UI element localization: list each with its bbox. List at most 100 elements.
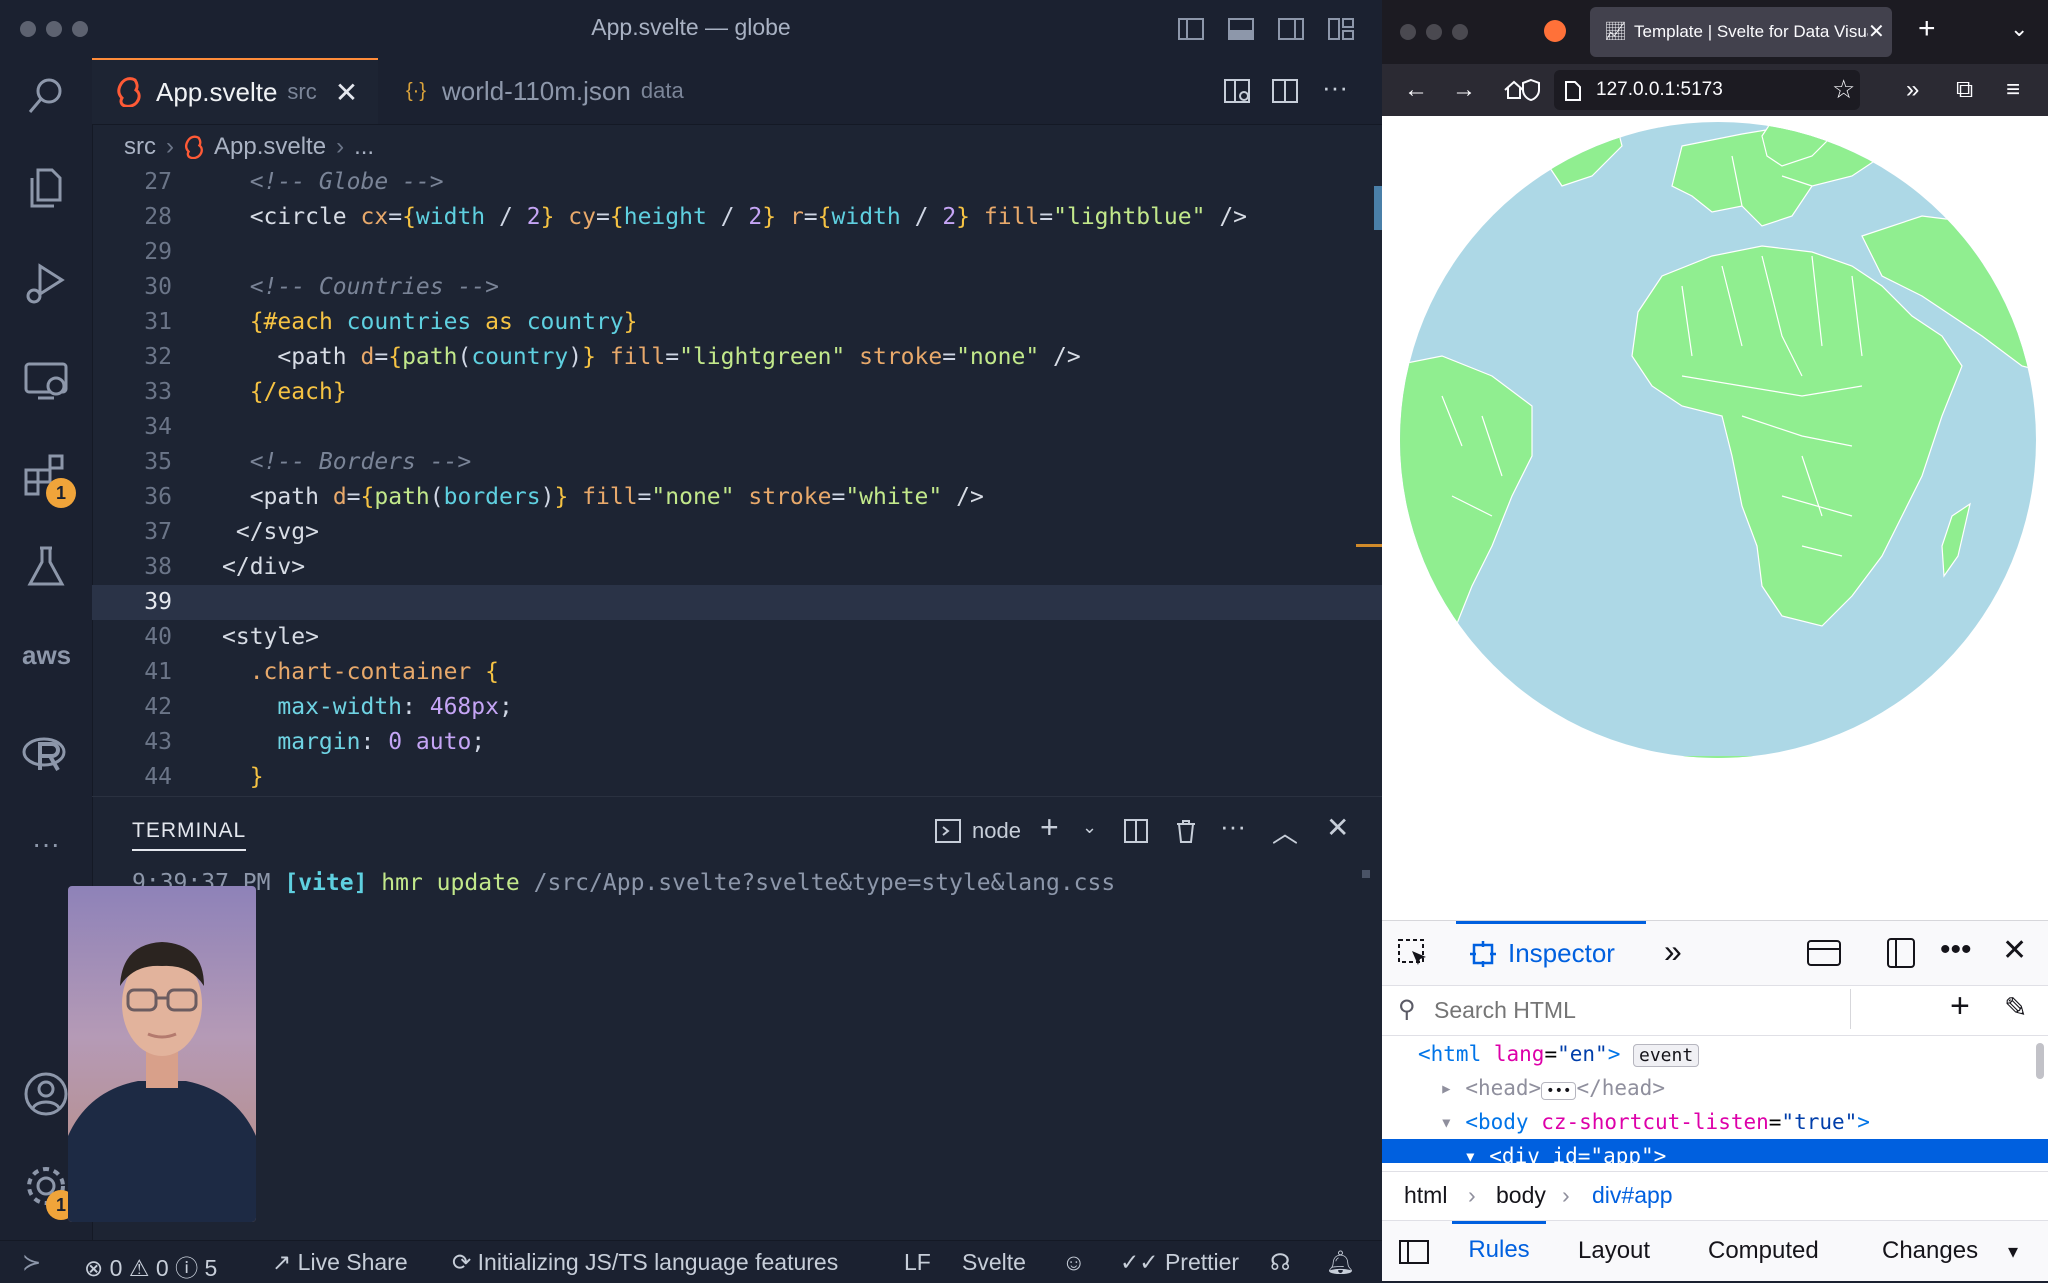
aws-icon[interactable]: aws xyxy=(22,640,71,671)
tab-changes[interactable]: Changes xyxy=(1882,1237,1978,1265)
crumb-html[interactable]: html xyxy=(1404,1182,1447,1209)
breadcrumb-symbol[interactable]: ... xyxy=(354,133,374,161)
tab-app-svelte[interactable]: App.svelte src ✕ xyxy=(92,58,378,124)
more-options-icon[interactable]: ••• xyxy=(1940,933,1972,967)
explorer-icon[interactable] xyxy=(22,164,70,212)
tree-node-div-app-selected[interactable]: ▾ <div id="app"> xyxy=(1382,1139,2048,1163)
split-editor-icon[interactable] xyxy=(1270,76,1300,106)
toggle-primary-sidebar-icon[interactable] xyxy=(1176,14,1206,44)
copilot-icon[interactable]: ☺ xyxy=(1062,1249,1085,1276)
page-info-icon[interactable] xyxy=(1564,80,1582,102)
code-editor[interactable]: 27 <!-- Globe --> 28 <circle cx={width /… xyxy=(92,168,1382,796)
antarctica-land xyxy=(1532,756,1902,758)
bookmark-star-icon[interactable]: ☆ xyxy=(1832,74,1855,105)
run-debug-icon[interactable] xyxy=(22,258,70,306)
tree-node-body[interactable]: ▾ <body cz-shortcut-listen="true"> xyxy=(1382,1105,2048,1139)
url-bar[interactable]: 127.0.0.1:5173 ☆ xyxy=(1522,70,1860,110)
line-number: 38 xyxy=(144,554,172,580)
close-window-button[interactable] xyxy=(1400,24,1416,40)
tab-world-json[interactable]: {·} world-110m.json data xyxy=(382,58,726,124)
globe-chart[interactable] xyxy=(1382,116,2048,920)
app-menu-icon[interactable]: ≡ xyxy=(2006,76,2020,104)
breadcrumb-file[interactable]: App.svelte xyxy=(214,133,326,161)
live-share-button[interactable]: ↗ Live Share xyxy=(272,1249,408,1276)
tab-computed[interactable]: Computed xyxy=(1708,1237,1819,1265)
terminal-scrollbar[interactable] xyxy=(1362,870,1370,878)
tree-node-html[interactable]: <html lang="en"> event xyxy=(1382,1037,2048,1071)
add-node-icon[interactable]: + xyxy=(1950,987,1970,1026)
trash-icon[interactable] xyxy=(1172,817,1200,845)
eyedropper-icon[interactable]: ✎ xyxy=(2004,991,2027,1024)
firefox-view-icon[interactable] xyxy=(1544,20,1566,42)
close-devtools-icon[interactable]: ✕ xyxy=(2002,933,2027,968)
chevron-down-icon[interactable]: ▾ xyxy=(2008,1239,2018,1264)
prettier-status[interactable]: ✓✓ Prettier xyxy=(1120,1249,1239,1276)
browser-toolbar: ← → 127.0.0.1:5173 ☆ » ⧉ ≡ xyxy=(1382,64,2048,116)
tree-node-head[interactable]: ▸ <head> ••• </head> xyxy=(1382,1071,2048,1105)
open-changes-icon[interactable] xyxy=(1222,76,1252,106)
more-actions-icon[interactable]: ··· xyxy=(1322,72,1348,103)
web-page-content[interactable] xyxy=(1382,116,2048,920)
browser-tab-active[interactable]: 📈︎ Template | Svelte for Data Visual ✕ xyxy=(1590,7,1892,57)
terminal-shell-selector[interactable]: node xyxy=(934,817,1021,845)
tracking-shield-icon[interactable] xyxy=(1520,78,1542,102)
language-mode-selector[interactable]: Svelte xyxy=(962,1249,1026,1276)
expand-arrow-icon[interactable]: ▸ xyxy=(1440,1076,1453,1100)
r-language-icon[interactable] xyxy=(22,730,70,778)
split-terminal-icon[interactable] xyxy=(1122,817,1150,845)
remote-explorer-icon[interactable] xyxy=(22,356,70,404)
customize-layout-icon[interactable] xyxy=(1326,14,1356,44)
search-html-input[interactable] xyxy=(1432,993,1836,1027)
tab-layout[interactable]: Layout xyxy=(1578,1237,1650,1265)
new-terminal-icon[interactable]: + xyxy=(1040,809,1059,846)
crumb-body[interactable]: body xyxy=(1496,1182,1546,1209)
element-picker-icon[interactable] xyxy=(1396,937,1430,971)
collapse-arrow-icon[interactable]: ▾ xyxy=(1440,1110,1453,1134)
testing-flask-icon[interactable] xyxy=(22,542,70,590)
notifications-bell-icon[interactable]: 🔔︎ xyxy=(1326,1249,1355,1276)
breadcrumb-folder[interactable]: src xyxy=(124,133,156,161)
more-actions-icon[interactable]: ··· xyxy=(1220,811,1246,842)
toggle-pane-icon[interactable] xyxy=(1398,1239,1430,1265)
zoom-window-button[interactable] xyxy=(1452,24,1468,40)
chevron-down-icon[interactable]: ⌄ xyxy=(1082,817,1097,838)
search-icon[interactable] xyxy=(22,72,70,120)
responsive-design-icon[interactable] xyxy=(1886,937,1916,969)
minimize-window-button[interactable] xyxy=(1426,24,1442,40)
accounts-icon[interactable] xyxy=(22,1070,70,1118)
event-badge[interactable]: event xyxy=(1633,1044,1700,1067)
close-tab-icon[interactable]: ✕ xyxy=(335,76,358,109)
problems-indicator[interactable]: ⊗ 0 ⚠ 0 ⓘ 5 xyxy=(84,1249,217,1283)
markup-tree[interactable]: <html lang="en"> event ▸ <head> ••• </head… xyxy=(1382,1035,2048,1171)
tab-inspector[interactable]: Inspector xyxy=(1456,921,1646,983)
tab-terminal[interactable]: TERMINAL xyxy=(132,819,247,851)
minimap-scroll-indicator[interactable] xyxy=(1374,186,1382,230)
eol-selector[interactable]: LF xyxy=(904,1249,931,1276)
more-tools-chevron-icon[interactable]: » xyxy=(1664,933,1682,970)
tab-rules[interactable]: Rules xyxy=(1452,1221,1546,1279)
maximize-panel-icon[interactable]: ︿ xyxy=(1272,813,1298,850)
list-tabs-chevron-icon[interactable]: ⌄ xyxy=(2010,16,2028,42)
tree-scrollbar[interactable] xyxy=(2036,1043,2044,1079)
code-line: } xyxy=(249,764,264,790)
new-tab-icon[interactable]: + xyxy=(1918,12,1936,46)
toggle-secondary-sidebar-icon[interactable] xyxy=(1276,14,1306,44)
extensions-puzzle-icon[interactable]: ⧉ xyxy=(1956,76,1973,104)
remote-indicator-icon[interactable]: ≻ xyxy=(22,1249,41,1276)
more-views-icon[interactable]: ··· xyxy=(22,828,70,860)
toggle-panel-icon[interactable] xyxy=(1226,14,1256,44)
error-count: 0 xyxy=(109,1255,123,1281)
svelte-file-icon xyxy=(117,77,141,107)
feedback-icon[interactable]: ☊ xyxy=(1270,1249,1290,1276)
forward-arrow-icon[interactable]: → xyxy=(1452,76,1476,104)
close-panel-icon[interactable]: ✕ xyxy=(1326,811,1349,844)
code-line: {#each countries as country} xyxy=(249,309,638,335)
crumb-div-app[interactable]: div#app xyxy=(1592,1182,1673,1209)
node-breadcrumbs: html › body › div#app xyxy=(1382,1171,2048,1221)
language-status[interactable]: ⟳ Initializing JS/TS language features xyxy=(452,1249,838,1276)
dock-options-icon[interactable] xyxy=(1806,939,1842,967)
back-arrow-icon[interactable]: ← xyxy=(1404,76,1428,104)
more-tools-chevron-icon[interactable]: » xyxy=(1906,76,1919,104)
terminal-output[interactable]: 9:39:37 PM [vite] hmr update /src/App.sv… xyxy=(92,866,1382,1240)
close-tab-icon[interactable]: ✕ xyxy=(1868,19,1885,44)
